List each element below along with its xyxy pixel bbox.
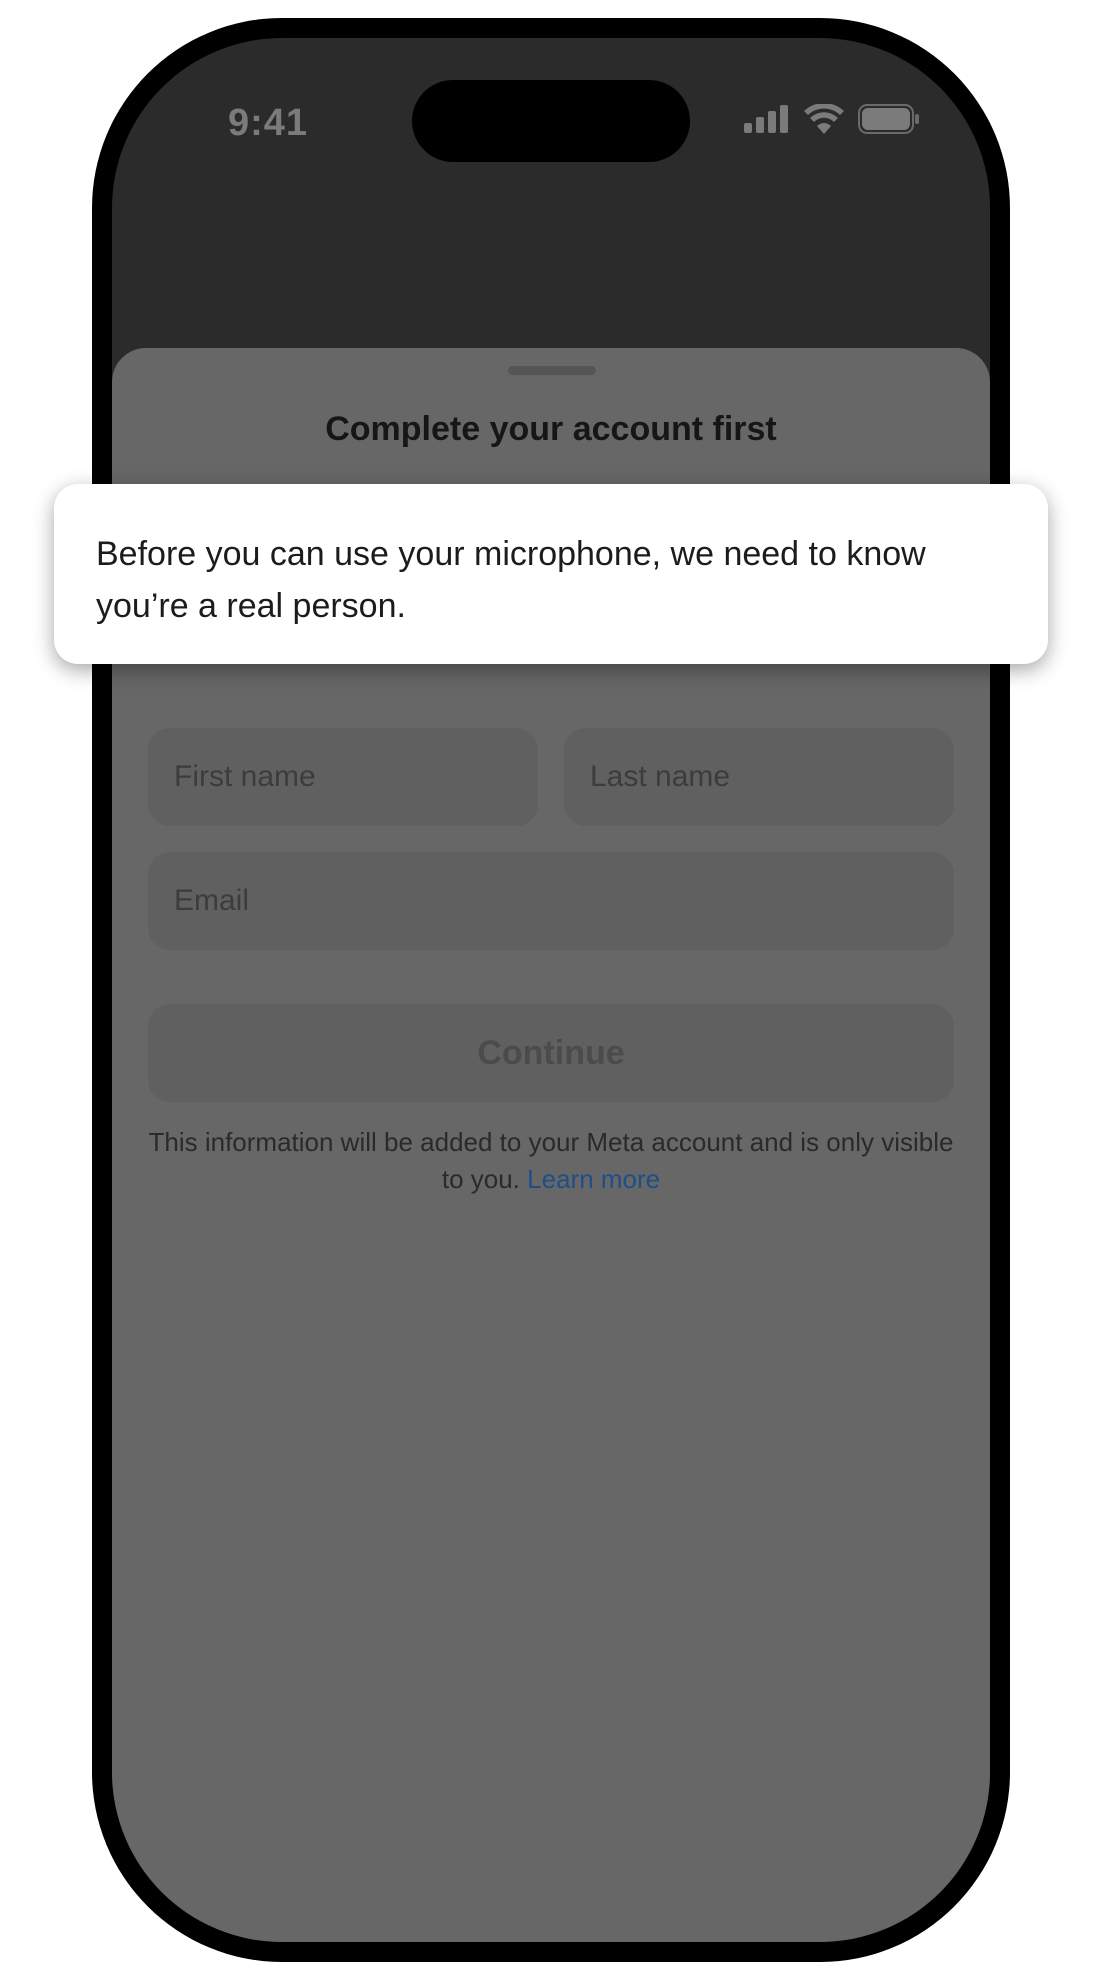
microphone-verification-tooltip: Before you can use your microphone, we n…: [54, 484, 1048, 664]
learn-more-link[interactable]: Learn more: [527, 1164, 660, 1194]
status-time: 9:41: [228, 102, 309, 144]
cellular-signal-icon: [744, 105, 788, 133]
status-bar: 9:41: [112, 38, 990, 168]
status-icons: [744, 104, 920, 134]
dynamic-island: [412, 80, 690, 162]
first-name-field[interactable]: [148, 728, 538, 826]
wifi-icon: [804, 104, 844, 134]
email-field[interactable]: [148, 852, 954, 950]
sheet-grabber-handle[interactable]: [508, 366, 596, 375]
continue-button[interactable]: Continue: [148, 1004, 954, 1102]
phone-frame: 9:41 Complete your account first First n…: [92, 18, 1010, 1962]
phone-screen: 9:41 Complete your account first First n…: [112, 38, 990, 1942]
tooltip-text: Before you can use your microphone, we n…: [96, 535, 926, 625]
last-name-field[interactable]: [564, 728, 954, 826]
battery-icon: [858, 104, 919, 134]
account-disclaimer: This information will be added to your M…: [142, 1124, 960, 1198]
sheet-title: Complete your account first: [325, 410, 777, 448]
